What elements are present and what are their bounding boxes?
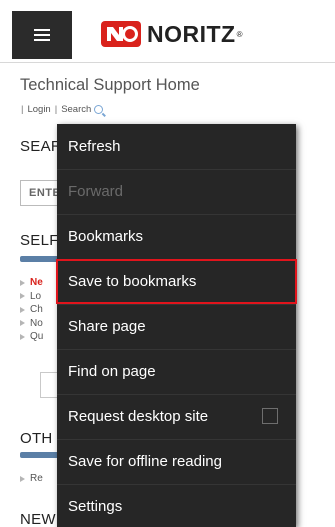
registered-mark: ® [236, 29, 243, 39]
desktop-site-checkbox[interactable] [262, 408, 278, 424]
menu-item-request-desktop-site[interactable]: Request desktop site [57, 394, 296, 439]
noritz-logo-icon [101, 21, 141, 47]
menu-item-refresh[interactable]: Refresh [57, 124, 296, 169]
bullet-icon [20, 279, 25, 286]
app-header: NORITZ ® [0, 0, 335, 63]
bullet-icon [20, 293, 25, 300]
list-item[interactable]: Re [20, 472, 43, 486]
menu-item-bookmarks[interactable]: Bookmarks [57, 214, 296, 259]
other-list: Re [20, 472, 43, 486]
list-item[interactable]: Lo [20, 290, 43, 304]
news-section-heading: NEW [20, 511, 56, 527]
page-title: Technical Support Home [20, 76, 200, 94]
bullet-icon [20, 320, 25, 327]
section-accent-bar [20, 452, 60, 458]
menu-item-share-page[interactable]: Share page [57, 304, 296, 349]
menu-item-save-for-offline-reading[interactable]: Save for offline reading [57, 439, 296, 484]
browser-overflow-menu: Refresh Forward Bookmarks Save to bookma… [57, 124, 296, 527]
other-section-heading: OTH [20, 430, 53, 447]
list-item[interactable]: Ch [20, 303, 43, 317]
list-item[interactable]: Ne [20, 276, 43, 290]
search-link[interactable]: Search [61, 104, 91, 115]
subnav-separator: | [21, 104, 24, 115]
hamburger-menu-button[interactable] [12, 11, 72, 59]
self-help-list: Ne Lo Ch No Qu [20, 276, 43, 344]
list-item[interactable]: No [20, 317, 43, 331]
search-section-heading: SEAR [20, 138, 63, 155]
menu-item-find-on-page[interactable]: Find on page [57, 349, 296, 394]
sub-navigation: | Login | Search [17, 104, 104, 115]
bullet-icon [20, 306, 25, 313]
bullet-icon [20, 333, 25, 340]
menu-item-forward: Forward [68, 183, 124, 200]
logo-wordmark: NORITZ [147, 20, 236, 47]
subnav-separator: | [54, 104, 58, 115]
list-item[interactable]: Qu [20, 330, 43, 344]
hamburger-icon [34, 29, 50, 41]
login-link[interactable]: Login [27, 104, 50, 115]
section-accent-bar [20, 256, 60, 262]
magnifier-icon[interactable] [94, 105, 104, 114]
menu-item-save-to-bookmarks[interactable]: Save to bookmarks [57, 259, 296, 304]
noritz-logo[interactable]: NORITZ ® [101, 18, 243, 50]
bullet-icon [20, 475, 25, 482]
self-help-section-heading: SELF [20, 232, 59, 249]
menu-item-settings[interactable]: Settings [57, 484, 296, 527]
